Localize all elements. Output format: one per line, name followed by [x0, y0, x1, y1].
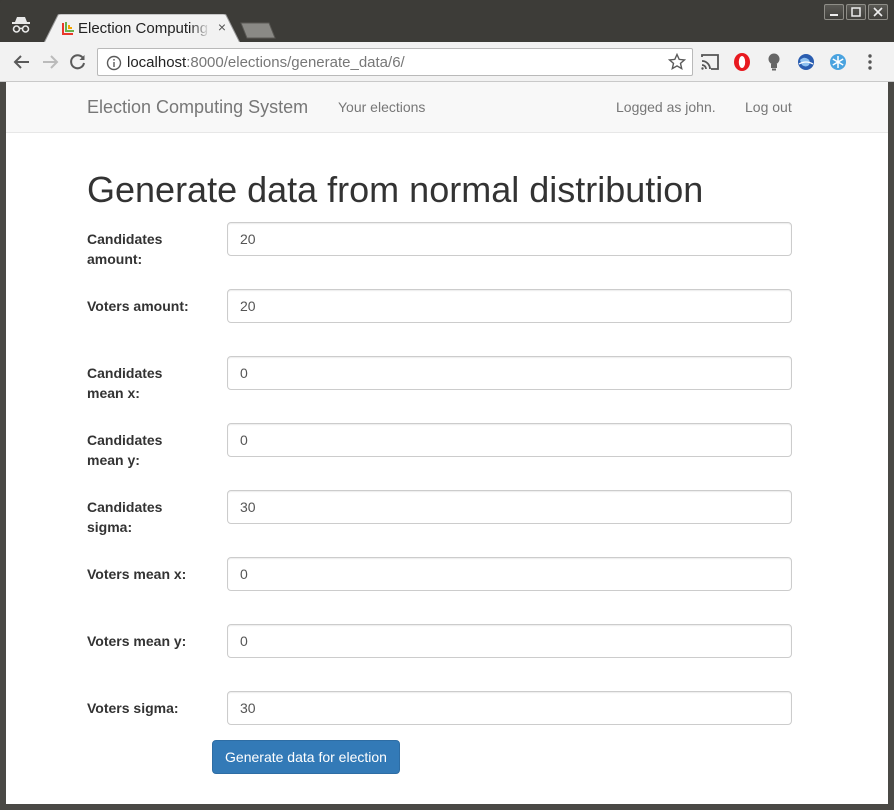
info-icon[interactable] — [106, 55, 122, 71]
voters-mean-y-label: Voters mean y: — [87, 633, 187, 649]
candidates-mean-y-label: Candidates mean y: — [87, 432, 163, 468]
tab-close-icon[interactable]: × — [214, 18, 230, 36]
minimize-icon[interactable] — [824, 4, 844, 20]
tab-title: Election Computing System — [78, 20, 210, 37]
url-path: :8000/elections/generate_data/6/ — [186, 54, 405, 71]
favicon-icon — [62, 22, 74, 35]
candidates-sigma-input[interactable] — [227, 490, 792, 524]
generate-data-button[interactable]: Generate data for election — [212, 740, 400, 774]
candidates-mean-y-input[interactable] — [227, 423, 792, 457]
voters-sigma-label: Voters sigma: — [87, 700, 179, 716]
forward-arrow-icon — [43, 55, 59, 69]
voters-mean-y-input[interactable] — [227, 624, 792, 658]
voters-mean-x-input[interactable] — [227, 557, 792, 591]
back-arrow-icon — [13, 55, 29, 69]
opera-icon[interactable] — [731, 51, 753, 73]
reload-icon — [70, 54, 85, 70]
url-host: localhost — [127, 54, 187, 71]
cast-icon[interactable] — [699, 51, 721, 73]
your-elections-link[interactable]: Your elections — [338, 99, 425, 115]
window-controls — [824, 4, 888, 22]
browser-window: Election Computing System × — [0, 0, 894, 810]
voters-amount-label: Voters amount: — [87, 298, 189, 314]
address-bar[interactable]: localhost:8000/elections/generate_data/6… — [97, 48, 693, 76]
voters-sigma-input[interactable] — [227, 691, 792, 725]
page-viewport: Election Computing System Your elections… — [6, 82, 888, 804]
close-icon[interactable] — [868, 4, 888, 20]
forward-button[interactable] — [38, 50, 62, 74]
bulb-icon[interactable] — [763, 51, 785, 73]
brand-link[interactable]: Election Computing System — [87, 97, 308, 118]
tab-strip: Election Computing System × — [0, 0, 894, 43]
incognito-icon — [12, 17, 30, 33]
globe-icon[interactable] — [795, 51, 817, 73]
browser-toolbar: localhost:8000/elections/generate_data/6… — [0, 42, 894, 82]
voters-mean-x-label: Voters mean x: — [87, 566, 187, 582]
tab-election-computing[interactable]: Election Computing System × — [44, 14, 240, 43]
candidates-mean-x-input[interactable] — [227, 356, 792, 390]
window-bottom-border — [0, 804, 894, 810]
voters-amount-input[interactable] — [227, 289, 792, 323]
snowflake-icon[interactable] — [827, 51, 849, 73]
url-text: localhost:8000/elections/generate_data/6… — [127, 54, 405, 71]
site-navbar: Election Computing System Your elections… — [6, 82, 888, 133]
back-button[interactable] — [10, 50, 34, 74]
candidates-amount-input[interactable] — [227, 222, 792, 256]
candidates-mean-x-label: Candidates mean x: — [87, 365, 163, 401]
logout-link[interactable]: Log out — [745, 99, 792, 115]
bookmark-star-icon[interactable] — [668, 53, 686, 71]
maximize-icon[interactable] — [846, 4, 866, 20]
page-title: Generate data from normal distribution — [87, 169, 704, 210]
menu-icon[interactable] — [859, 51, 881, 73]
candidates-amount-label: Candidates amount: — [87, 231, 163, 267]
reload-button[interactable] — [66, 50, 90, 74]
logged-as-text: Logged as john. — [616, 99, 716, 115]
candidates-sigma-label: Candidates sigma: — [87, 499, 163, 535]
new-tab-button[interactable] — [240, 22, 276, 39]
